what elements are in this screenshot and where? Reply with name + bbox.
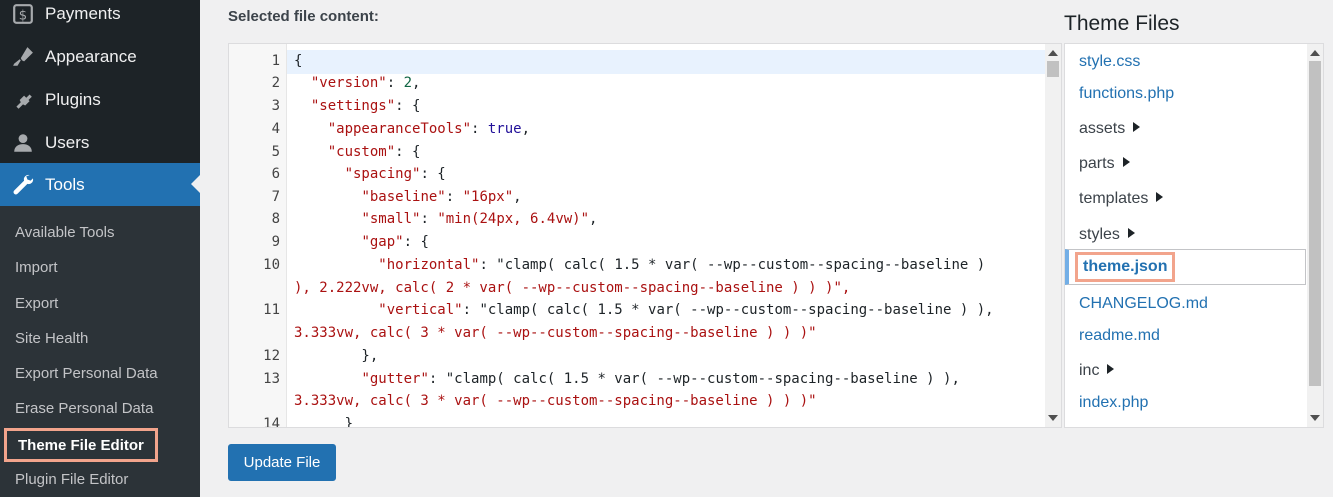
code-line: "spacing": { — [344, 166, 446, 182]
tools-submenu: Available Tools Import Export Site Healt… — [0, 206, 200, 497]
code-line: "horizontal": "clamp( calc( 1.5 * var( -… — [378, 257, 986, 273]
menu-label: Tools — [45, 174, 85, 194]
menu-item-users[interactable]: Users — [0, 121, 200, 164]
folder-label: parts — [1079, 155, 1115, 172]
theme-files-list: style.css functions.php assets parts tem… — [1064, 43, 1324, 428]
code-line: "gap": { — [361, 234, 429, 250]
scroll-up-arrow-icon[interactable] — [1310, 50, 1320, 56]
menu-item-payments[interactable]: $ Payments — [0, 0, 200, 35]
line-number: 8 — [271, 211, 280, 227]
folder-item-parts[interactable]: parts — [1079, 155, 1130, 173]
tools-icon — [0, 174, 45, 196]
submenu-item-available-tools[interactable]: Available Tools — [15, 222, 115, 244]
code-line: "baseline": "16px", — [361, 189, 522, 205]
files-scrollbar[interactable] — [1307, 44, 1323, 427]
file-item-changelog-md[interactable]: CHANGELOG.md — [1079, 295, 1208, 313]
menu-label: Payments — [45, 3, 121, 23]
users-icon — [0, 132, 45, 154]
line-number: 1 — [271, 53, 280, 69]
folder-label: templates — [1079, 190, 1149, 207]
line-number: 7 — [271, 189, 280, 205]
menu-item-appearance[interactable]: Appearance — [0, 35, 200, 78]
submenu-item-erase-personal-data[interactable]: Erase Personal Data — [15, 398, 153, 420]
file-item-readme-md[interactable]: readme.md — [1079, 327, 1160, 345]
caret-right-icon — [1127, 228, 1135, 238]
caret-right-icon — [1107, 364, 1115, 374]
line-number: 13 — [263, 371, 280, 387]
code-line: } — [294, 416, 354, 428]
menu-label: Plugins — [45, 89, 101, 109]
code-line-wrapped: ), 2.222vw, calc( 2 * var( --wp--custom-… — [294, 280, 851, 296]
code-line: "vertical": "clamp( calc( 1.5 * var( --w… — [378, 302, 994, 318]
payments-icon: $ — [0, 3, 45, 25]
menu-label: Appearance — [45, 46, 137, 66]
file-item-theme-json[interactable]: theme.json — [1065, 249, 1306, 285]
caret-right-icon — [1156, 192, 1164, 202]
code-line: "appearanceTools": true, — [327, 121, 531, 137]
code-line: "version": 2, — [310, 75, 421, 91]
update-file-button[interactable]: Update File — [228, 444, 336, 481]
submenu-item-import[interactable]: Import — [15, 257, 58, 279]
submenu-item-export[interactable]: Export — [15, 293, 58, 315]
submenu-item-theme-file-editor[interactable]: Theme File Editor — [4, 428, 158, 462]
editor-scrollbar[interactable] — [1045, 44, 1061, 427]
caret-right-icon — [1122, 157, 1130, 167]
folder-item-templates[interactable]: templates — [1079, 190, 1164, 208]
code-editor[interactable]: 1 2 3 4 5 6 7 8 9 10 11 12 13 14 { "vers… — [228, 43, 1062, 428]
folder-item-assets[interactable]: assets — [1079, 120, 1141, 138]
folder-item-inc[interactable]: inc — [1079, 362, 1115, 380]
active-line-highlight — [287, 50, 1047, 74]
submenu-item-site-health[interactable]: Site Health — [15, 328, 88, 350]
code-line-wrapped: 3.333vw, calc( 3 * var( --wp--custom--sp… — [294, 325, 817, 341]
file-item-style-css[interactable]: style.css — [1079, 53, 1140, 71]
line-number: 3 — [271, 98, 280, 114]
folder-label: styles — [1079, 226, 1120, 243]
submenu-item-plugin-file-editor[interactable]: Plugin File Editor — [15, 469, 128, 491]
code-area[interactable]: { "version": 2, "settings": { "appearanc… — [287, 44, 1047, 427]
scroll-down-arrow-icon[interactable] — [1048, 415, 1058, 421]
folder-item-styles[interactable]: styles — [1079, 226, 1135, 244]
line-number: 4 — [271, 121, 280, 137]
plugins-icon — [0, 89, 45, 111]
code-line: { — [294, 53, 303, 69]
menu-label: Users — [45, 132, 90, 152]
scrollbar-thumb[interactable] — [1047, 61, 1059, 77]
selected-file-content-label: Selected file content: — [228, 8, 379, 25]
line-number: 12 — [263, 348, 280, 364]
line-number: 10 — [263, 257, 280, 273]
file-item-index-php[interactable]: index.php — [1079, 394, 1148, 412]
scroll-up-arrow-icon[interactable] — [1048, 50, 1058, 56]
admin-sidebar: $ Payments Appearance Plugins Users Tool… — [0, 0, 200, 497]
appearance-icon — [0, 46, 45, 68]
line-number: 6 — [271, 166, 280, 182]
svg-text:$: $ — [18, 8, 26, 23]
menu-item-tools[interactable]: Tools — [0, 163, 200, 206]
line-number: 2 — [271, 75, 280, 91]
folder-label: inc — [1079, 362, 1100, 379]
file-item-functions-php[interactable]: functions.php — [1079, 85, 1174, 103]
line-number: 14 — [263, 416, 280, 428]
scroll-down-arrow-icon[interactable] — [1310, 415, 1320, 421]
scrollbar-thumb[interactable] — [1309, 61, 1321, 386]
line-number: 5 — [271, 144, 280, 160]
code-line: "custom": { — [327, 144, 421, 160]
code-line: }, — [294, 348, 379, 364]
code-line: "settings": { — [310, 98, 421, 114]
code-line: "gutter": "clamp( calc( 1.5 * var( --wp-… — [361, 371, 960, 387]
submenu-item-export-personal-data[interactable]: Export Personal Data — [15, 363, 158, 385]
code-line: "small": "min(24px, 6.4vw)", — [361, 211, 598, 227]
line-number: 9 — [271, 234, 280, 250]
line-number: 11 — [263, 302, 280, 318]
caret-right-icon — [1133, 122, 1141, 132]
menu-item-plugins[interactable]: Plugins — [0, 78, 200, 121]
folder-label: assets — [1079, 120, 1126, 137]
selected-file-label: theme.json — [1075, 252, 1176, 282]
theme-files-heading: Theme Files — [1064, 12, 1180, 35]
line-number-gutter: 1 2 3 4 5 6 7 8 9 10 11 12 13 14 — [229, 44, 287, 427]
code-line-wrapped: 3.333vw, calc( 3 * var( --wp--custom--sp… — [294, 393, 817, 409]
